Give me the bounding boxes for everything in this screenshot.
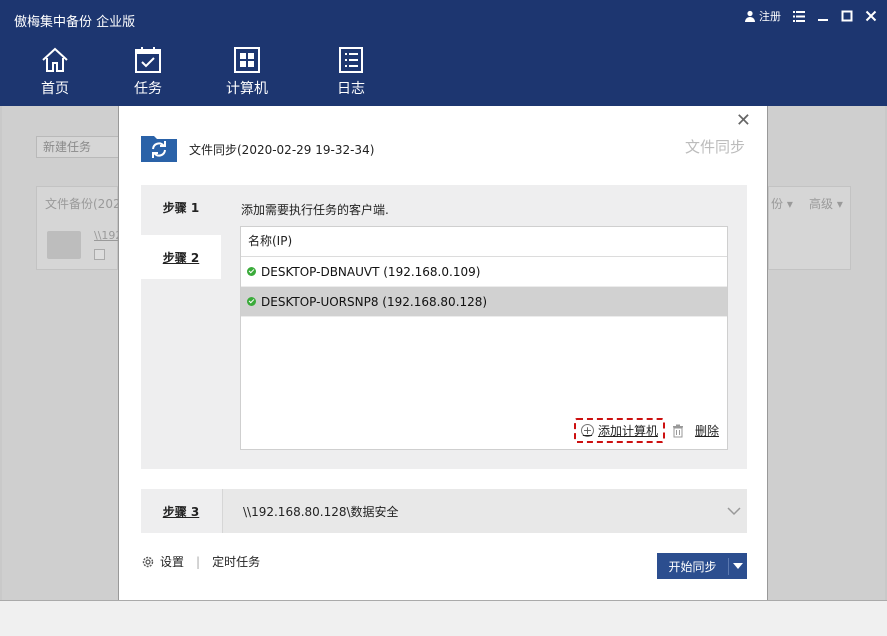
close-window-button[interactable] — [863, 8, 879, 24]
step-3-tab[interactable]: 步骤 3 — [141, 489, 221, 533]
destination-path: \\192.168.80.128\数据安全 — [243, 504, 399, 519]
computer-icon — [234, 47, 260, 73]
maximize-button[interactable] — [839, 8, 855, 24]
dialog-footer: 设置 | 定时任务 — [141, 553, 260, 570]
online-status-icon — [247, 267, 256, 276]
task-icon — [135, 47, 161, 73]
nav-home[interactable]: 首页 — [40, 45, 70, 98]
backup-task-card-checkbox — [94, 249, 105, 260]
app-header: 傲梅集中备份 企业版 注册 首页 任务 计算机 日志 — [0, 0, 887, 106]
client-table-header: 名称(IP) — [241, 227, 727, 257]
gear-icon — [142, 556, 154, 567]
start-sync-dropdown[interactable] — [729, 563, 747, 569]
task-name: 文件同步(2020-02-29 19-32-34) — [189, 143, 375, 157]
column-advanced-label: 高级 — [809, 197, 834, 211]
sync-folder-icon — [141, 136, 177, 162]
column-advanced-dropdown[interactable]: 高级 ▾ — [809, 195, 843, 212]
register-label: 注册 — [759, 10, 781, 23]
step-2-tab[interactable]: 步骤 2 — [141, 235, 221, 279]
task-columns-panel: 份 ▾ 高级 ▾ — [768, 186, 851, 270]
add-computer-label: 添加计算机 — [597, 424, 658, 438]
chevron-down-icon — [727, 507, 741, 516]
client-row-selected[interactable]: DESKTOP-UORSNP8 (192.168.80.128) — [241, 287, 727, 317]
backup-task-card[interactable]: 文件备份(202 \\192 — [36, 186, 122, 270]
step-1-panel: 添加需要执行任务的客户端. 名称(IP) DESKTOP-DBNAUVT (19… — [221, 185, 747, 469]
minimize-button[interactable] — [815, 8, 831, 24]
nav-computer[interactable]: 计算机 — [226, 45, 268, 98]
client-table: 名称(IP) DESKTOP-DBNAUVT (192.168.0.109) D… — [240, 226, 728, 450]
footer-divider: | — [196, 554, 201, 569]
user-icon — [745, 10, 755, 22]
home-icon — [42, 47, 68, 72]
table-actions: + 添加计算机 删除 — [573, 418, 719, 443]
close-icon — [865, 10, 877, 22]
menu-icon — [793, 10, 805, 22]
step-1-tab[interactable]: 步骤 1 — [141, 185, 221, 229]
steps-area: 步骤 1 步骤 2 添加需要执行任务的客户端. 名称(IP) DESKTOP-D… — [141, 185, 747, 469]
register-link[interactable]: 注册 — [744, 8, 781, 24]
status-bar — [0, 600, 887, 636]
step-3-row: 步骤 3 \\192.168.80.128\数据安全 — [141, 489, 747, 533]
file-sync-dialog: ✕ 文件同步(2020-02-29 19-32-34) 文件同步 步骤 1 步骤… — [118, 106, 768, 600]
maximize-icon — [841, 10, 853, 22]
client-name: DESKTOP-DBNAUVT (192.168.0.109) — [261, 264, 481, 279]
app-title: 傲梅集中备份 企业版 — [14, 15, 136, 30]
online-status-icon — [247, 297, 256, 306]
nav-home-label: 首页 — [41, 81, 69, 97]
backup-task-card-title: 文件备份(202 — [45, 197, 121, 211]
nav-computer-label: 计算机 — [226, 81, 268, 97]
client-row[interactable]: DESKTOP-DBNAUVT (192.168.0.109) — [241, 257, 727, 287]
trash-icon[interactable] — [671, 424, 685, 438]
nav-task-label: 任务 — [134, 81, 162, 97]
start-sync-label: 开始同步 — [657, 557, 729, 575]
schedule-link[interactable]: 定时任务 — [212, 553, 260, 570]
nav-task[interactable]: 任务 — [133, 45, 163, 98]
column-backup-label: 份 — [771, 197, 784, 211]
nav-log-label: 日志 — [337, 81, 365, 97]
minimize-icon — [818, 19, 828, 21]
menu-button[interactable] — [791, 8, 807, 24]
delete-button[interactable]: 删除 — [695, 422, 719, 439]
nav-log[interactable]: 日志 — [336, 45, 366, 98]
add-computer-button[interactable]: + 添加计算机 — [573, 418, 665, 443]
plus-circle-icon: + — [580, 424, 594, 437]
log-icon — [339, 47, 363, 73]
task-type-label: 文件同步 — [684, 138, 745, 156]
step-description: 添加需要执行任务的客户端. — [241, 203, 389, 217]
dialog-close-button[interactable]: ✕ — [736, 112, 751, 130]
settings-link[interactable]: 设置 — [160, 553, 184, 570]
caret-down-icon — [733, 563, 743, 569]
start-sync-button[interactable]: 开始同步 — [657, 553, 747, 579]
destination-selector[interactable]: \\192.168.80.128\数据安全 — [222, 489, 747, 533]
client-name: DESKTOP-UORSNP8 (192.168.80.128) — [261, 294, 488, 309]
new-task-dropdown[interactable]: 新建任务 — [36, 136, 126, 158]
column-backup-dropdown[interactable]: 份 ▾ — [771, 195, 793, 212]
backup-arrow-icon — [47, 231, 81, 259]
